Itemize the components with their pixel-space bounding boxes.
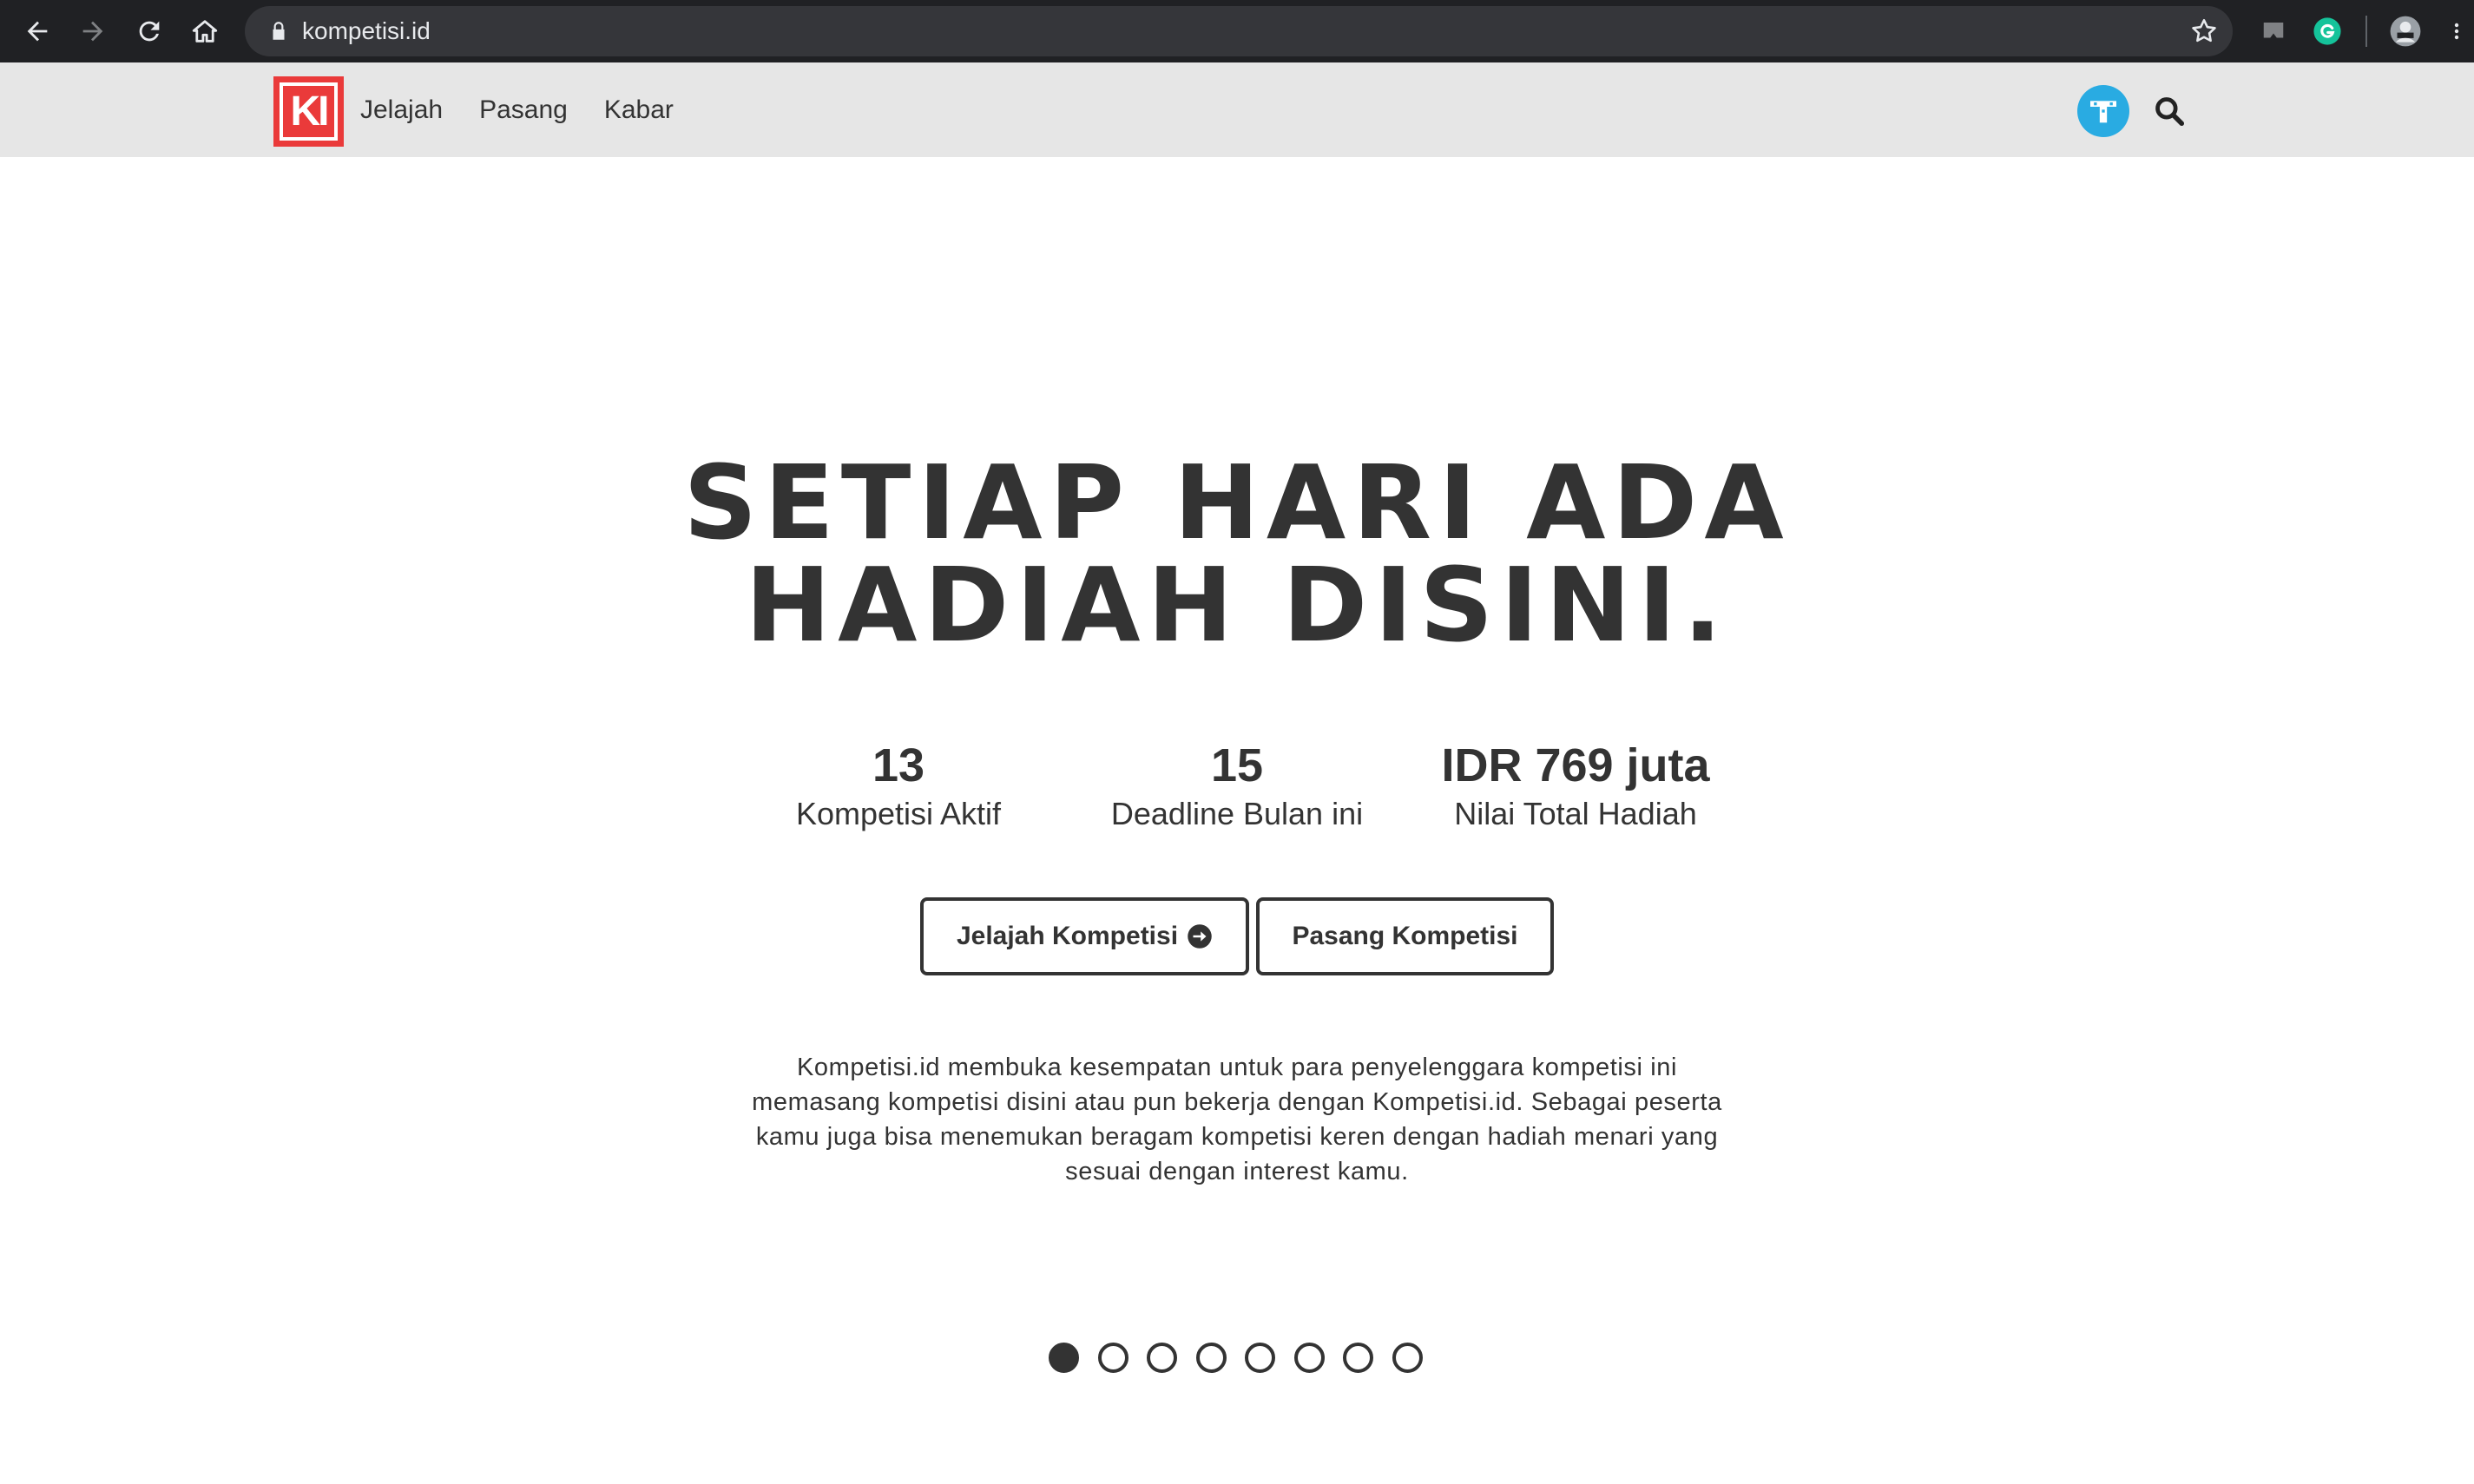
site-logo[interactable]: KI bbox=[273, 76, 344, 147]
home-icon[interactable] bbox=[182, 9, 227, 54]
forward-arrow-icon[interactable] bbox=[70, 9, 115, 54]
description-line: kamu juga bisa menemukan beragam kompeti… bbox=[755, 1123, 1719, 1151]
stats-row: 13 Kompetisi Aktif 15 Deadline Bulan ini… bbox=[0, 736, 2474, 831]
carousel-dot-3[interactable] bbox=[1147, 1342, 1177, 1373]
description-line: memasang kompetisi disini atau pun beker… bbox=[752, 1088, 1722, 1116]
stat-value: 13 bbox=[872, 739, 925, 791]
stat-deadlines: 15 Deadline Bulan ini bbox=[1055, 736, 1419, 833]
menu-icon[interactable] bbox=[2444, 13, 2470, 49]
nav-jelajah[interactable]: Jelajah bbox=[360, 95, 443, 125]
carousel-dot-5[interactable] bbox=[1245, 1342, 1275, 1373]
description-line: Kompetisi.id membuka kesempatan untuk pa… bbox=[796, 1054, 1678, 1081]
explore-button-label: Jelajah Kompetisi bbox=[956, 922, 1179, 950]
toolbar-divider bbox=[2365, 16, 2367, 47]
carousel-dot-4[interactable] bbox=[1195, 1342, 1227, 1373]
nav-kabar[interactable]: Kabar bbox=[604, 95, 674, 125]
stat-label: Nilai Total Hadiah bbox=[1454, 796, 1697, 831]
hero-description: Kompetisi.id membuka kesempatan untuk pa… bbox=[747, 1050, 1727, 1189]
main-nav: Jelajah Pasang Kabar bbox=[360, 62, 710, 157]
browser-toolbar: kompetisi.id bbox=[0, 0, 2474, 62]
stat-label: Deadline Bulan ini bbox=[1110, 796, 1364, 831]
post-competition-button[interactable]: Pasang Kompetisi bbox=[1256, 897, 1554, 975]
carousel-dot-2[interactable] bbox=[1097, 1342, 1128, 1373]
stat-value: 15 bbox=[1210, 739, 1264, 791]
stat-total-prize: IDR 769 juta Nilai Total Hadiah bbox=[1393, 736, 1758, 833]
stat-label: Kompetisi Aktif bbox=[795, 796, 1002, 831]
post-button-label: Pasang Kompetisi bbox=[1292, 922, 1518, 950]
address-bar[interactable]: kompetisi.id bbox=[245, 6, 2233, 56]
logo-text: KI bbox=[280, 82, 338, 141]
back-arrow-icon[interactable] bbox=[15, 9, 60, 54]
hero-title-line2: HADIAH DISINI. bbox=[745, 545, 1729, 665]
site-header: KI Jelajah Pasang Kabar bbox=[0, 62, 2474, 157]
explore-competitions-button[interactable]: Jelajah Kompetisi bbox=[920, 897, 1249, 975]
lock-icon bbox=[273, 22, 285, 40]
carousel-indicators bbox=[1049, 1340, 1441, 1375]
avatar-logo-icon bbox=[2090, 101, 2116, 123]
search-icon[interactable] bbox=[2153, 95, 2186, 128]
cast-icon[interactable] bbox=[2255, 13, 2292, 49]
description-line: sesuai dengan interest kamu. bbox=[1065, 1158, 1409, 1185]
hero-title: SETIAP HARI ADA HADIAH DISINI. bbox=[0, 451, 2474, 656]
profile-icon[interactable] bbox=[2387, 13, 2424, 49]
url-text: kompetisi.id bbox=[302, 17, 431, 44]
carousel-dot-6[interactable] bbox=[1293, 1342, 1325, 1373]
carousel-dot-7[interactable] bbox=[1343, 1342, 1373, 1373]
carousel-dot-8[interactable] bbox=[1392, 1342, 1423, 1373]
stat-value: IDR 769 juta bbox=[1441, 739, 1710, 791]
reload-icon[interactable] bbox=[127, 9, 172, 54]
stat-active-competitions: 13 Kompetisi Aktif bbox=[716, 736, 1081, 833]
carousel-dot-1[interactable] bbox=[1049, 1342, 1079, 1373]
user-avatar[interactable] bbox=[2077, 85, 2129, 137]
star-icon[interactable] bbox=[2189, 16, 2219, 46]
arrow-circle-right-icon bbox=[1188, 924, 1212, 949]
grammarly-icon[interactable] bbox=[2309, 13, 2346, 49]
hero-title-line1: SETIAP HARI ADA bbox=[683, 443, 1791, 562]
nav-pasang[interactable]: Pasang bbox=[479, 95, 568, 125]
